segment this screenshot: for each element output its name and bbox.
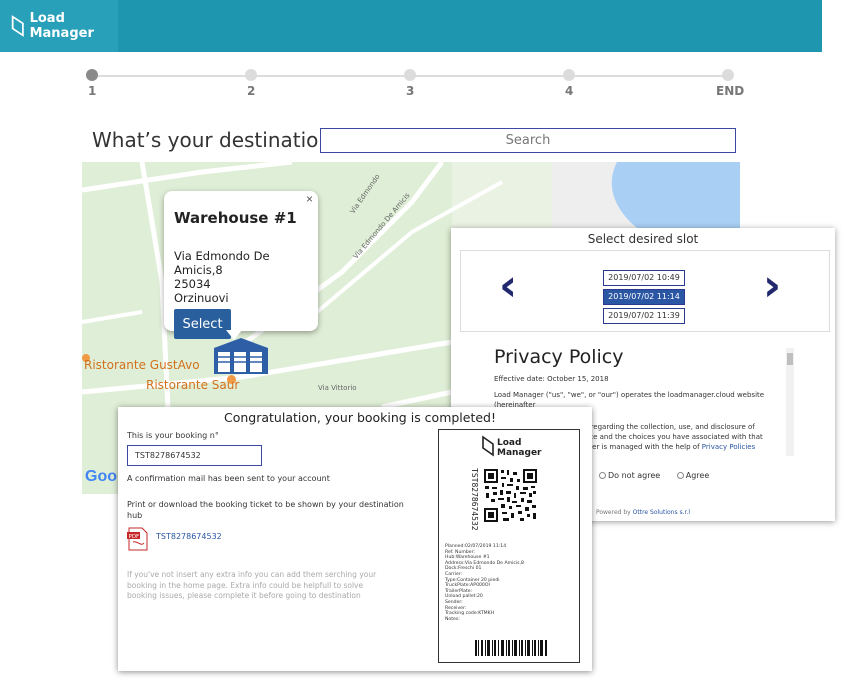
ticket-logo-text: Load Manager (497, 438, 542, 458)
step-dot-3[interactable] (404, 69, 416, 81)
svg-text:PDF: PDF (129, 534, 140, 540)
ticket-pdf-link[interactable]: TST8278674532 (156, 532, 222, 541)
disagree-radio[interactable] (599, 472, 606, 479)
app-logo[interactable]: Load Manager (0, 0, 118, 52)
logo-text: Load Manager (29, 11, 94, 41)
address-line: 25034 (174, 277, 211, 291)
address-line: Via Edmondo De Amicis,8 (174, 249, 270, 277)
ticket-code-vertical: TST8278674532 (470, 468, 479, 531)
qr-code (483, 468, 538, 523)
app-header (0, 0, 822, 52)
extra-info-line: booking in the home page. Extra info cou… (127, 580, 364, 590)
extra-info-line: booking issues, please complete it befor… (127, 591, 361, 600)
print-note: Print or download the booking ticket to … (127, 499, 404, 521)
popup-address: Via Edmondo De Amicis,8 25034 Orzinuovi (174, 249, 308, 305)
address-line: Orzinuovi (174, 291, 229, 305)
logo-icon (11, 15, 24, 37)
extra-info-note: If you've not insert any extra info you … (127, 570, 376, 602)
step-dot-4[interactable] (563, 69, 575, 81)
warehouse-popup: × Warehouse #1 Via Edmondo De Amicis,8 2… (164, 191, 318, 339)
print-note-line: Print or download the booking ticket to … (127, 500, 404, 509)
close-icon[interactable]: × (306, 192, 313, 206)
step-label-2: 2 (247, 84, 256, 98)
consent-radios: Do not agree Agree (599, 471, 709, 480)
disagree-label: Do not agree (608, 471, 661, 480)
warehouse-marker-icon[interactable] (212, 336, 270, 376)
agree-label: Agree (685, 471, 710, 480)
slot-option-selected[interactable]: 2019/07/02 11:14 (603, 289, 685, 305)
privacy-policies-link[interactable]: Privacy Policies (702, 443, 755, 451)
ticket-logo-line: Manager (497, 448, 542, 458)
slot-title: Select desired slot (587, 232, 699, 246)
agree-radio[interactable] (676, 472, 684, 479)
slot-option[interactable]: 2019/07/02 10:49 (603, 270, 685, 286)
step-label-4: 4 (565, 84, 574, 98)
ticket-logo-line: Load (497, 438, 522, 448)
slot-option[interactable]: 2019/07/02 11:39 (603, 308, 685, 324)
next-slot-arrow-icon[interactable]: › (763, 260, 781, 311)
place-label[interactable]: Ristorante Saur (146, 378, 239, 392)
place-label[interactable]: Ristorante GustAvo (84, 358, 200, 372)
step-dot-end[interactable] (722, 69, 734, 81)
step-dot-1[interactable] (86, 69, 98, 81)
powered-company: Ottre Solutions s.r.l (632, 509, 691, 516)
destination-title: What’s your destination? (92, 128, 342, 152)
google-logo: Goo (85, 468, 117, 485)
booking-panel: Congratulation, your booking is complete… (118, 407, 592, 671)
step-label-1: 1 (88, 84, 97, 98)
popup-title: Warehouse #1 (174, 209, 297, 227)
popup-tail (226, 330, 242, 340)
scrollbar-thumb[interactable] (787, 353, 793, 365)
destination-search-input[interactable]: Search (320, 128, 736, 153)
ticket-detail: Notes: (445, 616, 460, 622)
mail-note: A confirmation mail has been sent to you… (127, 474, 330, 483)
barcode (475, 640, 547, 656)
privacy-date: Effective date: October 15, 2018 (494, 375, 609, 383)
powered-prefix: Powered by (595, 509, 631, 516)
extra-info-line: If you've not insert any extra info you … (127, 570, 377, 579)
step-label-3: 3 (406, 84, 415, 98)
step-label-end: END (716, 84, 745, 98)
booking-title: Congratulation, your booking is complete… (223, 410, 497, 425)
prev-slot-arrow-icon[interactable]: ‹ (499, 260, 517, 311)
print-note-line: hub (127, 511, 143, 520)
ticket-details: Planned:02/07/2019 11:14 Ref. Number: Hu… (445, 544, 524, 622)
booking-number-field[interactable]: TST8278674532 (127, 445, 262, 466)
select-button[interactable]: Select (174, 309, 231, 339)
ticket-logo-icon (482, 435, 494, 457)
pdf-icon[interactable]: PDF (127, 527, 149, 551)
step-dot-2[interactable] (245, 69, 257, 81)
booking-ticket: Load Manager TST8278674532 Planned:02/07… (438, 429, 580, 663)
booking-number-label: This is your booking n° (127, 431, 219, 440)
privacy-title: Privacy Policy (494, 346, 624, 368)
road-label: Via Vittorio (318, 384, 357, 392)
